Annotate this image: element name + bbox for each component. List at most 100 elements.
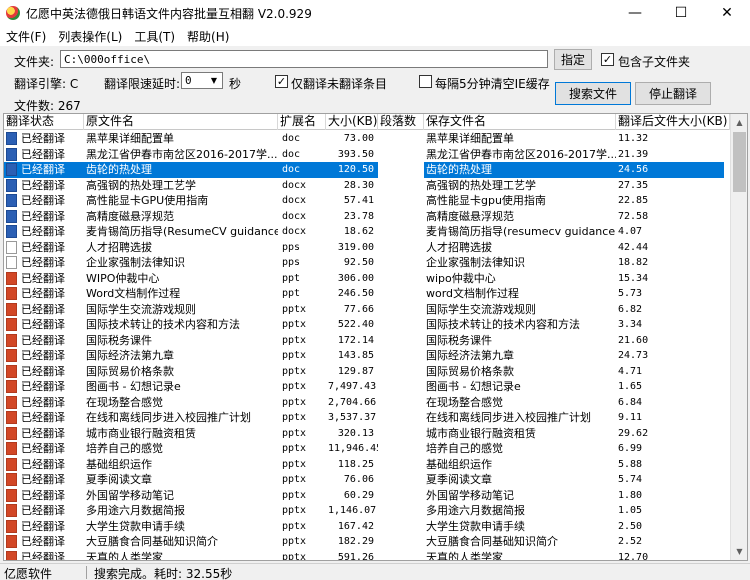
saved-filename: 企业家强制法律知识 [426,256,525,269]
search-files-button[interactable]: 搜索文件 [555,82,631,105]
status-text: 已经翻译 [21,240,65,254]
vertical-scrollbar[interactable]: ▲ ▼ [730,114,747,560]
status-company: 亿愿软件 [4,567,53,580]
saved-filename: 国际学生交流游戏规则 [426,302,536,316]
source-filename: 在现场整合感觉 [86,395,163,409]
folder-path-input[interactable]: C:\000office\ [60,50,548,68]
table-row[interactable]: 已经翻译 在现场整合感觉 pptx 2,704.66 在现场整合感觉 6.84 [4,395,730,411]
table-row[interactable]: 已经翻译 麦肯锡简历指导(ResumeCV guidance) docx 18.62 麦… [4,224,730,240]
table-row[interactable]: 已经翻译 多用途六月数据简报 pptx 1,146.07 多用途六月数据简报 1.05 [4,503,730,519]
file-list-table[interactable]: 翻译状态 原文件名 扩展名 大小(KB) 段落数 保存文件名 翻译后文件大小(K… [3,113,748,561]
source-filename: 高精度磁悬浮规范 [86,209,174,223]
saved-filename: 麦肯锡简历指导(resumecv guidance) [426,225,616,238]
file-size: 7,497.43 [328,381,377,392]
column-header-translated-size[interactable]: 翻译后文件大小(KB) [616,114,730,130]
table-row[interactable]: 已经翻译 黑苹果详细配置单 doc 73.00 黑苹果详细配置单 11.32 [4,131,730,147]
file-count-label: 文件数: 267 [14,99,81,113]
clear-cache-label: 每隔5分钟清空IE缓存 [435,77,550,91]
table-row[interactable]: 已经翻译 国际贸易价格条款 pptx 129.87 国际贸易价格条款 4.71 [4,364,730,380]
saved-filename: wipo仲裁中心 [426,271,496,285]
file-extension: ppt [282,288,301,299]
table-row[interactable]: 已经翻译 在线和离线同步进入校园推广计划 pptx 3,537.37 在线和离线同步进入… [4,410,730,426]
table-row[interactable]: 已经翻译 基础组织运作 pptx 118.25 基础组织运作 5.88 [4,457,730,473]
table-row[interactable]: 已经翻译 国际经济法第九章 pptx 143.85 国际经济法第九章 24.73 [4,348,730,364]
file-size: 11,946.45 [328,443,378,454]
menu-list-operations[interactable]: 列表操作(L) [52,28,128,45]
pptx-file-icon [6,519,17,533]
row-status: 已经翻译 [4,410,84,426]
table-row[interactable]: 已经翻译 高性能显卡GPU使用指南 docx 57.41 高性能显卡gpu使用指南 22.… [4,193,730,209]
source-filename: 企业家强制法律知识 [86,256,185,269]
pptx-file-icon [6,349,17,363]
table-row[interactable]: 已经翻译 高强钢的热处理工艺学 docx 28.30 高强钢的热处理工艺学 27.35 [4,178,730,194]
table-row[interactable]: 已经翻译 国际税务课件 pptx 172.14 国际税务课件 21.60 [4,333,730,349]
clear-cache-checkbox[interactable] [419,75,432,88]
include-subfolders-checkbox[interactable]: ✓ [601,53,614,66]
only-untranslated-checkbox[interactable]: ✓ [275,75,288,88]
doc-file-icon [6,163,17,177]
file-size: 3,537.37 [328,412,377,423]
table-row[interactable]: 已经翻译 黑龙江省伊春市南岔区2016-2017学... doc 393.50 黑龙江省… [4,147,730,163]
scroll-up-icon[interactable]: ▲ [731,114,747,131]
table-header: 翻译状态 原文件名 扩展名 大小(KB) 段落数 保存文件名 翻译后文件大小(K… [4,114,747,130]
paragraph-count [378,472,422,488]
status-text: 已经翻译 [21,147,65,161]
table-row[interactable]: 已经翻译 天真的人类学家 pptx 591.26 天真的人类学家 12.70 [4,550,730,560]
source-filename: 黑苹果详细配置单 [86,132,174,145]
table-row[interactable]: 已经翻译 大学生贷款申请手续 pptx 167.42 大学生贷款申请手续 2.50 [4,519,730,535]
file-size: 319.00 [337,241,374,253]
table-row[interactable]: 已经翻译 Word文档制作过程 ppt 246.50 word文档制作过程 5.73 [4,286,730,302]
table-row[interactable]: 已经翻译 城市商业银行融资租赁 pptx 320.13 城市商业银行融资租赁 29.62 [4,426,730,442]
stop-translation-button[interactable]: 停止翻译 [635,82,711,105]
source-filename: Word文档制作过程 [86,287,181,300]
menu-help[interactable]: 帮助(H) [181,28,235,45]
table-row[interactable]: 已经翻译 外国留学移动笔记 pptx 60.29 外国留学移动笔记 1.80 [4,488,730,504]
saved-filename: 基础组织运作 [426,457,492,471]
menu-tools[interactable]: 工具(T) [128,28,181,45]
table-row[interactable]: 已经翻译 大豆膳食合同基础知识简介 pptx 182.29 大豆膳食合同基础知识简介 2.… [4,534,730,550]
chevron-down-icon: ▼ [210,76,218,85]
table-row[interactable]: 已经翻译 国际学生交流游戏规则 pptx 77.66 国际学生交流游戏规则 6.82 [4,302,730,318]
source-filename: 基础组织运作 [86,457,152,471]
pptx-file-icon [6,504,17,518]
paragraph-count [378,503,422,519]
column-header-source-name[interactable]: 原文件名 [84,114,278,130]
pptx-file-icon [6,333,17,347]
paragraph-count [378,302,422,318]
column-header-size[interactable]: 大小(KB) [326,114,378,130]
column-header-extension[interactable]: 扩展名 [278,114,326,130]
maximize-button[interactable]: ☐ [658,0,704,26]
file-extension: pptx [282,443,307,454]
table-row[interactable]: 已经翻译 WIPO仲裁中心 ppt 306.00 wipo仲裁中心 15.34 [4,271,730,287]
table-row[interactable]: 已经翻译 国际技术转让的技术内容和方法 pptx 522.40 国际技术转让的技术内容和… [4,317,730,333]
close-button[interactable]: ✕ [704,0,750,26]
column-header-status[interactable]: 翻译状态 [4,114,84,130]
translated-size: 24.73 [618,350,649,361]
table-row[interactable]: 已经翻译 培养自己的感觉 pptx 11,946.45 培养自己的感觉 6.99 [4,441,730,457]
delay-select[interactable]: 0 ▼ [181,72,223,89]
file-size: 172.14 [337,334,374,346]
saved-filename: 高精度磁悬浮规范 [426,209,514,223]
source-filename: 夏季阅读文章 [86,473,152,486]
file-size: 57.41 [343,195,374,206]
column-header-save-name[interactable]: 保存文件名 [424,114,616,130]
menu-file[interactable]: 文件(F) [0,28,52,45]
paragraph-count [378,333,422,349]
status-text: 已经翻译 [21,349,65,362]
table-row[interactable]: 已经翻译 夏季阅读文章 pptx 76.06 夏季阅读文章 5.74 [4,472,730,488]
minimize-button[interactable]: — [612,0,658,26]
source-filename: 高性能显卡GPU使用指南 [86,194,209,207]
scroll-down-icon[interactable]: ▼ [731,543,747,560]
table-row[interactable]: 已经翻译 企业家强制法律知识 pps 92.50 企业家强制法律知识 18.82 [4,255,730,271]
table-row[interactable]: 已经翻译 人才招聘选拔 pps 319.00 人才招聘选拔 42.44 [4,240,730,256]
source-filename: 国际经济法第九章 [86,349,174,362]
table-row[interactable]: 已经翻译 高精度磁悬浮规范 docx 23.78 高精度磁悬浮规范 72.58 [4,209,730,225]
file-extension: pptx [282,520,307,532]
row-status: 已经翻译 [4,472,84,488]
saved-filename: 培养自己的感觉 [426,442,503,455]
specify-folder-button[interactable]: 指定 [554,49,592,70]
table-row[interactable]: 已经翻译 图画书 - 幻想记录e pptx 7,497.43 图画书 - 幻想记录e 1.… [4,379,730,395]
column-header-paragraphs[interactable]: 段落数 [378,114,424,130]
scrollbar-thumb[interactable] [733,132,746,192]
table-row[interactable]: 已经翻译 齿轮的热处理 doc 120.50 齿轮的热处理 24.56 [4,162,730,178]
